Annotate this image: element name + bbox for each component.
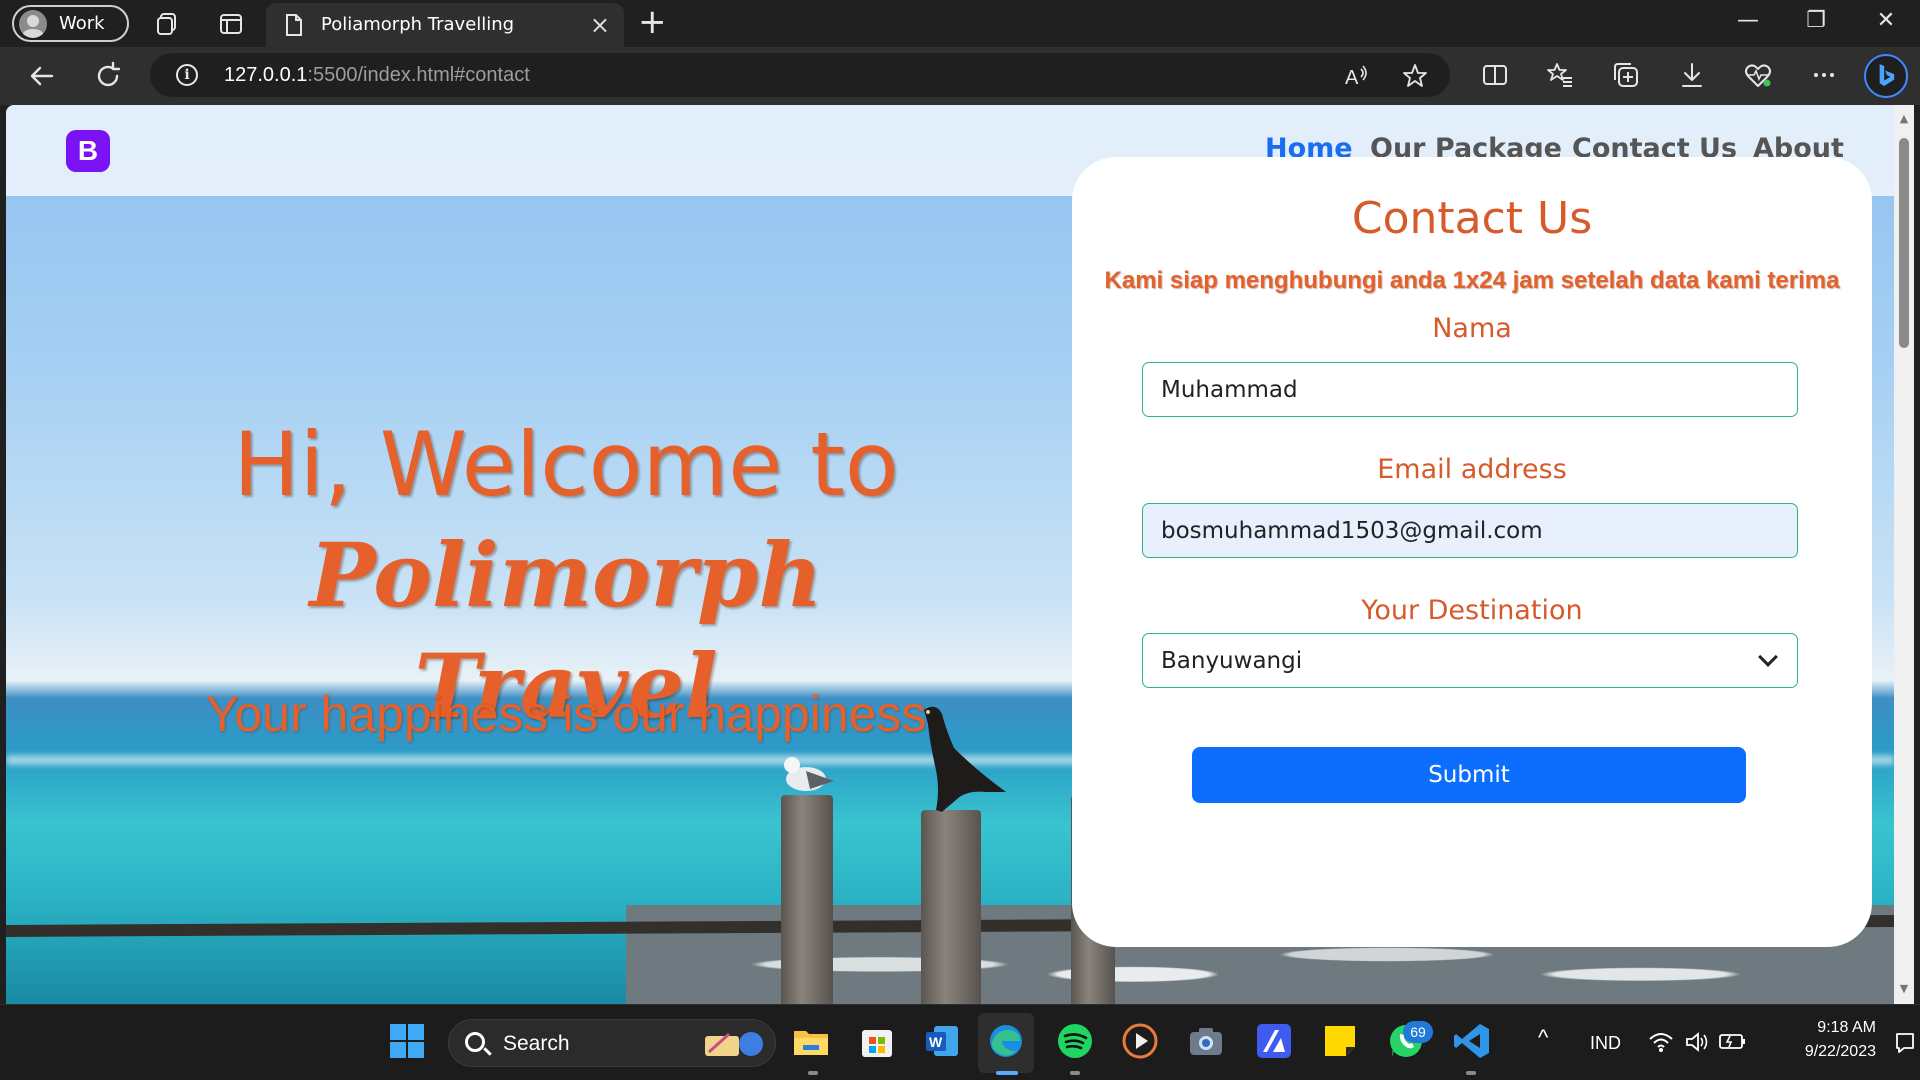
refresh-icon[interactable] [93, 61, 123, 91]
favorite-star-icon[interactable] [1402, 63, 1428, 89]
file-explorer-icon[interactable] [791, 1021, 831, 1061]
edge-icon[interactable] [986, 1021, 1026, 1061]
tray-overflow-chevron[interactable]: ^ [1538, 1025, 1548, 1051]
hero-title-script: Polimorph [309, 523, 823, 627]
contact-form-card: Contact Us Kami siap menghubungi anda 1x… [1072, 157, 1872, 947]
email-value: bosmuhammad1503@gmail.com [1161, 517, 1543, 544]
tab-actions-icon[interactable] [218, 11, 244, 37]
tab-close-icon[interactable]: × [590, 13, 610, 37]
page-viewport: B Home Our Package Contact Us About Hi, … [6, 105, 1894, 1004]
wifi-icon[interactable] [1648, 1031, 1674, 1053]
collections-icon[interactable] [1612, 61, 1640, 89]
back-icon[interactable] [26, 61, 56, 91]
whatsapp-badge: 69 [1403, 1021, 1433, 1043]
email-input[interactable]: bosmuhammad1503@gmail.com [1142, 503, 1798, 558]
tab-active[interactable]: Poliamorph Travelling × [266, 3, 624, 47]
wooden-post [921, 810, 981, 1004]
browser-essentials-icon[interactable] [1744, 61, 1772, 89]
minimize-button[interactable]: — [1728, 8, 1768, 38]
hero-title-plain: Hi, Welcome to [233, 413, 899, 516]
scroll-down-icon[interactable]: ▼ [1898, 983, 1910, 995]
running-indicator [1070, 1071, 1080, 1075]
new-tab-button[interactable]: + [638, 5, 667, 39]
clock-time[interactable]: 9:18 AM [1776, 1019, 1876, 1037]
active-indicator [996, 1071, 1018, 1075]
running-indicator [808, 1071, 818, 1075]
avatar [19, 9, 47, 38]
browser-title-bar: Work Poliamorph Travelling × + — ❐ ✕ [0, 0, 1920, 47]
tab-title: Poliamorph Travelling [321, 14, 515, 35]
media-player-icon[interactable] [1120, 1021, 1160, 1061]
microsoft-store-icon[interactable] [857, 1021, 897, 1061]
page-scrollbar[interactable]: ▲ ▼ [1894, 105, 1914, 1004]
scroll-up-icon[interactable]: ▲ [1898, 113, 1910, 125]
word-icon[interactable]: W [922, 1021, 962, 1061]
contact-note: Kami siap menghubungi anda 1x24 jam sete… [1104, 267, 1840, 294]
name-value: Muhammad [1161, 376, 1298, 403]
profile-button[interactable]: Work [12, 5, 129, 42]
svg-text:W: W [929, 1034, 943, 1050]
volume-icon[interactable] [1684, 1031, 1710, 1053]
email-label: Email address [1377, 454, 1567, 485]
vscode-icon[interactable] [1452, 1021, 1492, 1061]
destination-value: Banyuwangi [1161, 647, 1303, 674]
more-menu-icon[interactable] [1810, 61, 1838, 89]
battery-icon[interactable] [1718, 1030, 1748, 1052]
camera-icon[interactable] [1186, 1021, 1226, 1061]
copilot-icon[interactable] [1864, 54, 1908, 98]
brand-logo[interactable]: B [66, 130, 110, 172]
wooden-post [781, 795, 833, 1004]
restore-button[interactable]: ❐ [1796, 8, 1836, 38]
name-input[interactable]: Muhammad [1142, 362, 1798, 417]
profile-label: Work [59, 13, 105, 34]
search-label: Search [503, 1032, 570, 1055]
workspaces-icon[interactable] [155, 11, 181, 37]
address-bar[interactable]: i 127.0.0.1:5500/index.html#contact A [150, 53, 1450, 97]
url-text[interactable]: 127.0.0.1:5500/index.html#contact [224, 64, 530, 87]
name-label: Nama [1432, 313, 1512, 344]
split-screen-icon[interactable] [1481, 61, 1509, 89]
hero-subtitle: Your happiness is our happiness [205, 686, 927, 742]
browser-toolbar: i 127.0.0.1:5500/index.html#contact A [0, 47, 1920, 105]
start-icon[interactable] [387, 1021, 427, 1061]
scroll-thumb[interactable] [1899, 138, 1909, 348]
notifications-icon[interactable] [1894, 1031, 1916, 1055]
site-info-icon[interactable]: i [176, 64, 198, 86]
seagull-bird [784, 757, 834, 791]
submit-button[interactable]: Submit [1192, 747, 1746, 803]
page-icon [286, 14, 302, 36]
search-highlight-icon [705, 1032, 763, 1056]
chevron-down-icon [1758, 647, 1778, 667]
favorites-icon[interactable] [1546, 61, 1574, 89]
language-indicator[interactable]: IND [1590, 1033, 1621, 1054]
destination-select[interactable]: Banyuwangi [1142, 633, 1798, 688]
windows-taskbar: Search W 69 ^ IND 9:18 AM 9/22/2023 [0, 1004, 1920, 1080]
close-window-button[interactable]: ✕ [1866, 8, 1906, 38]
downloads-icon[interactable] [1678, 61, 1706, 89]
svg-text:A: A [1345, 67, 1359, 89]
spotify-icon[interactable] [1055, 1021, 1095, 1061]
read-aloud-icon[interactable]: A [1343, 63, 1369, 89]
destination-label: Your Destination [1361, 595, 1583, 626]
affinity-app-icon[interactable] [1254, 1021, 1294, 1061]
sticky-notes-icon[interactable] [1320, 1021, 1360, 1061]
contact-title: Contact Us [1351, 193, 1593, 244]
running-indicator [1466, 1071, 1476, 1075]
taskbar-search[interactable]: Search [448, 1019, 776, 1067]
search-icon [465, 1032, 485, 1052]
clock-date[interactable]: 9/22/2023 [1766, 1043, 1876, 1061]
